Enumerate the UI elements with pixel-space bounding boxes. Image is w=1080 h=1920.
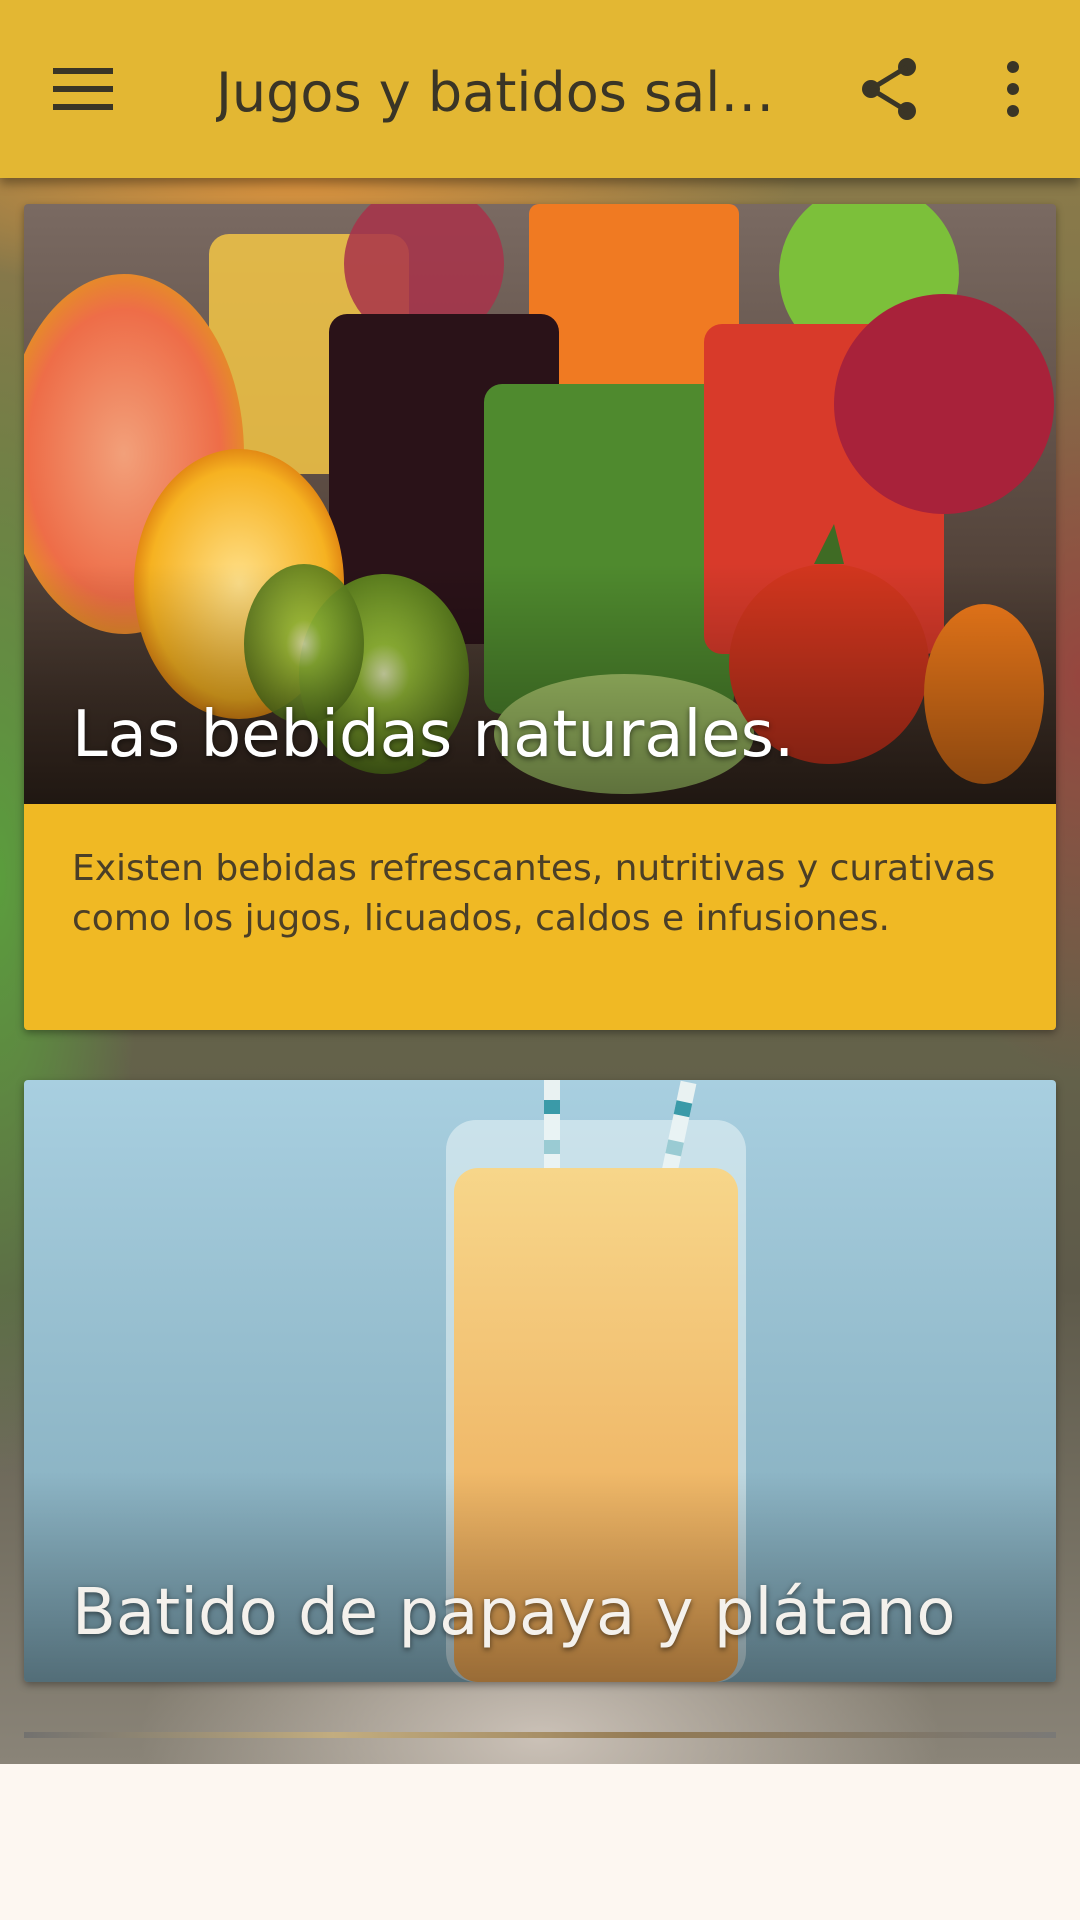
article-card[interactable]: Las bebidas naturales. Existen bebidas r…	[24, 204, 1056, 1030]
share-icon	[862, 58, 916, 120]
app-bar: Jugos y batidos sal…	[0, 0, 1080, 178]
card-headline: Las bebidas naturales.	[72, 698, 795, 772]
app-title: Jugos y batidos sal…	[216, 61, 775, 124]
card-headline: Batido de papaya y plátano	[72, 1576, 956, 1650]
more-options-button[interactable]	[968, 44, 1058, 134]
article-card[interactable]: Batido de papaya y plátano	[24, 1080, 1056, 1682]
more-vertical-icon	[1007, 61, 1019, 117]
card-edge-strip	[24, 1732, 1056, 1738]
menu-button[interactable]	[38, 44, 128, 134]
card-description: Existen bebidas refrescantes, nutritivas…	[24, 804, 1056, 1030]
share-button[interactable]	[844, 44, 934, 134]
hamburger-menu-icon	[53, 68, 113, 110]
